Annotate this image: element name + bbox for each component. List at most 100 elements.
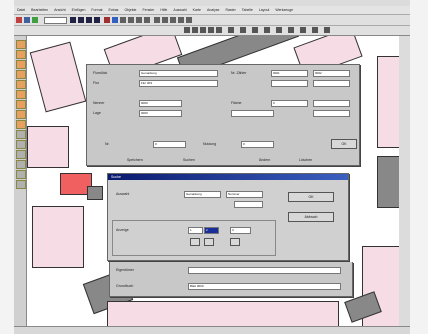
menu-item[interactable]: Karte [193,8,201,12]
row5-field[interactable]: 0 [153,141,186,148]
menu-item[interactable]: Analyse [207,8,219,12]
draw-icon[interactable] [312,27,318,33]
tool-icon[interactable] [112,17,118,23]
sub-ok-button[interactable]: OK [288,192,334,202]
tool-icon[interactable] [16,180,26,189]
row2-field[interactable]: Flur 003 [139,80,218,87]
row2-right-field-1[interactable] [271,80,308,87]
menu-item[interactable]: Hilfe [160,8,167,12]
draw-icon[interactable] [184,27,190,33]
draw-icon[interactable] [216,27,222,33]
row2-label: Flur [93,81,100,85]
draw-icon[interactable] [300,27,306,33]
small-button[interactable] [204,238,214,246]
menu-item[interactable]: Objekte [124,8,136,12]
tool-icon[interactable] [16,50,26,59]
row1-right-field-1[interactable]: 0001 [271,70,308,77]
menu-item[interactable]: Format [91,8,102,12]
row4-right-field-2[interactable] [313,110,350,117]
tool-icon[interactable] [16,120,26,129]
tool-icon[interactable] [16,130,26,139]
row5-label: Nr. [105,142,110,146]
tool-icon[interactable] [178,17,184,23]
draw-icon[interactable] [200,27,206,33]
menu-item[interactable]: Bearbeiten [31,8,48,12]
tool-icon[interactable] [16,70,26,79]
small-button[interactable] [230,238,240,246]
owner-field[interactable] [188,267,341,274]
sub-cancel-button[interactable]: Abbruch [288,212,334,222]
tool-icon[interactable] [120,17,126,23]
tool-icon[interactable] [104,17,110,23]
small-button[interactable] [190,238,200,246]
status-item[interactable]: Suchen [183,158,195,162]
tool-icon[interactable] [162,17,168,23]
file-icon[interactable] [16,17,22,23]
menu-item[interactable]: Auswahl [173,8,186,12]
menu-item[interactable]: Ansicht [54,8,65,12]
arrow-icon[interactable] [78,17,84,23]
draw-icon[interactable] [252,27,258,33]
sub-field-2[interactable]: Nummer [226,191,263,198]
menu-item[interactable]: Werkzeuge [275,8,293,12]
save-icon[interactable] [32,17,38,23]
owner-label: Eigentümer [116,268,134,272]
draw-icon[interactable] [208,27,214,33]
tool-icon[interactable] [16,150,26,159]
row5-mid-field[interactable]: 0 [241,141,274,148]
open-icon[interactable] [24,17,30,23]
row1-right-field-2[interactable]: 0002 [313,70,350,77]
row1-field[interactable]: Gemarkung [139,70,218,77]
tool-icon[interactable] [136,17,142,23]
menu-item[interactable]: Raster [225,8,235,12]
tool-icon[interactable] [16,90,26,99]
scale-input[interactable] [44,17,67,24]
tool-icon[interactable] [16,170,26,179]
status-item[interactable]: Speichern [127,158,143,162]
row3-field[interactable]: 0000 [139,100,182,107]
row4-field[interactable]: 0000 [139,110,182,117]
tool-icon[interactable] [16,60,26,69]
menu-item[interactable]: Tabelle [242,8,253,12]
main-dialog-lower: Eigentümer Grundbuch Blatt 0000 [109,262,353,297]
draw-icon[interactable] [192,27,198,33]
draw-icon[interactable] [240,27,246,33]
tool-icon[interactable] [154,17,160,23]
arrow-icon[interactable] [86,17,92,23]
menu-item[interactable]: Extras [109,8,119,12]
tool-icon[interactable] [16,110,26,119]
tool-icon[interactable] [16,100,26,109]
tool-icon[interactable] [16,80,26,89]
ok-button[interactable]: OK [331,139,357,149]
register-field[interactable]: Blatt 0000 [188,283,341,290]
tool-icon[interactable] [128,17,134,23]
draw-icon[interactable] [228,27,234,33]
menu-item[interactable]: Fenster [143,8,155,12]
tool-icon[interactable] [144,17,150,23]
tool-icon[interactable] [170,17,176,23]
row3-right-field[interactable]: 0 [271,100,308,107]
tool-icon[interactable] [186,17,192,23]
tool-icon[interactable] [16,160,26,169]
select-field-1[interactable]: 1 [188,227,203,234]
row4-right-field[interactable] [231,110,274,117]
draw-icon[interactable] [276,27,282,33]
arrow-icon[interactable] [70,17,76,23]
menu-item[interactable]: Einfügen [72,8,86,12]
sub-field-1[interactable]: Gemarkung [184,191,221,198]
status-item[interactable]: Löschen [299,158,312,162]
select-field-3[interactable]: 3 [230,227,251,234]
menu-item[interactable]: Layout [259,8,270,12]
draw-icon[interactable] [288,27,294,33]
draw-icon[interactable] [264,27,270,33]
menu-item[interactable]: Datei [17,8,25,12]
select-field-2[interactable]: 2 [204,227,219,234]
draw-icon[interactable] [324,27,330,33]
row3-right-field-2[interactable] [313,100,350,107]
status-item[interactable]: Ändern [259,158,270,162]
tool-icon[interactable] [16,40,26,49]
row2-right-field-2[interactable] [313,80,350,87]
arrow-icon[interactable] [94,17,100,23]
tool-icon[interactable] [16,140,26,149]
sub-field-3[interactable] [234,201,263,208]
